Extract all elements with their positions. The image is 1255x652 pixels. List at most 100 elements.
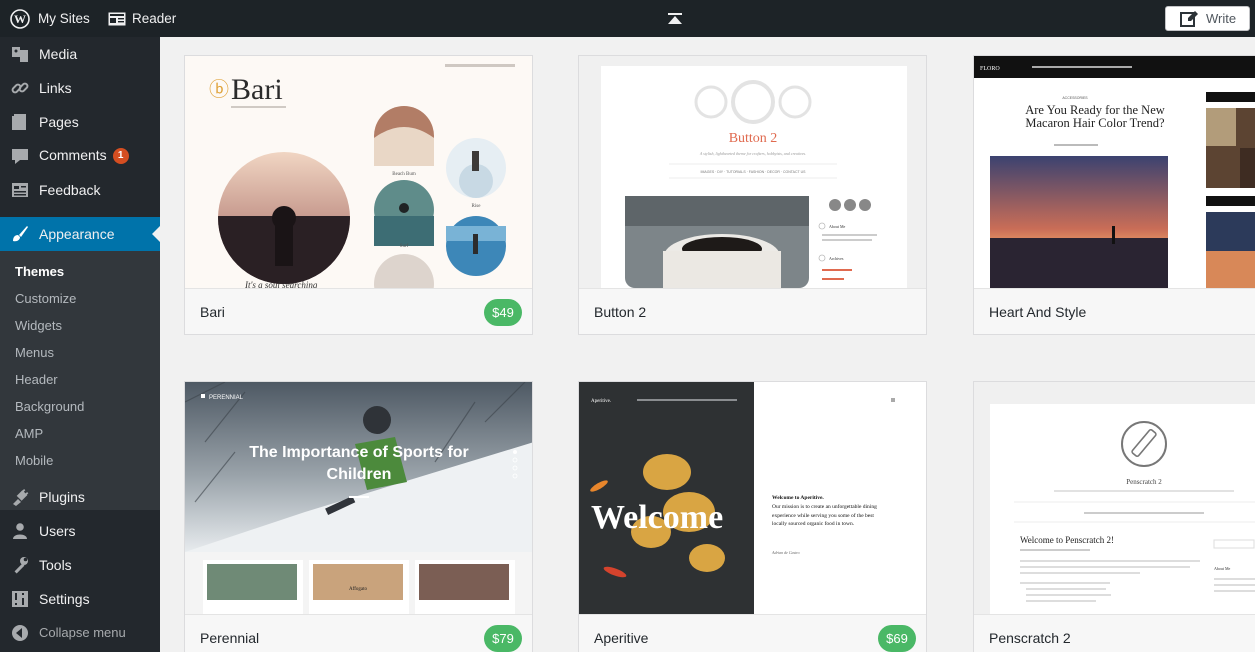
submenu-item-background[interactable]: Background [15, 399, 84, 414]
theme-screenshot[interactable]: FLORO ACCESSORIES Are You Ready for the … [974, 56, 1255, 288]
admin-bar: W My Sites Reader Write [0, 0, 1255, 37]
scroll-to-top-icon[interactable] [668, 0, 682, 37]
sidebar-item-label: Users [39, 522, 76, 539]
my-sites-link[interactable]: My Sites [38, 0, 90, 37]
submenu-item-amp[interactable]: AMP [15, 426, 43, 441]
link-icon [11, 79, 29, 97]
svg-text:Welcome to Aperitive.: Welcome to Aperitive. [772, 495, 824, 501]
wrench-icon [11, 556, 29, 574]
sidebar-item-label: Links [39, 79, 72, 96]
svg-text:ⓑ: ⓑ [209, 78, 229, 101]
svg-text:It's a soul searching: It's a soul searching [244, 280, 318, 288]
sidebar-item-comments[interactable]: Comments 1 [0, 139, 160, 172]
svg-text:Beach Bum: Beach Bum [392, 172, 416, 177]
theme-card-footer: Button 2 [579, 288, 926, 334]
sidebar-item-label: Collapse menu [39, 625, 126, 640]
sidebar-item-label: Plugins [39, 488, 85, 505]
theme-card-footer: Penscratch 2 [974, 614, 1255, 652]
svg-text:Welcome to Penscratch 2!: Welcome to Penscratch 2! [1020, 535, 1114, 545]
media-icon [11, 45, 29, 63]
collapse-menu-button[interactable]: Collapse menu [0, 616, 160, 649]
comment-icon [11, 147, 29, 165]
theme-card-aperitive[interactable]: Aperitive. Welcome Welcome to Aperitive.… [578, 381, 927, 652]
price-badge: $79 [484, 625, 522, 652]
write-button[interactable]: Write [1165, 6, 1250, 31]
svg-text:PERENNIAL: PERENNIAL [209, 395, 244, 401]
feedback-icon [11, 181, 29, 199]
theme-card-heart-and-style[interactable]: FLORO ACCESSORIES Are You Ready for the … [973, 55, 1255, 335]
theme-screenshot[interactable]: ⓑ Bari Beach Bum Rise Surf It's a soul s… [185, 56, 532, 288]
sidebar-item-plugins[interactable]: Plugins [0, 480, 160, 513]
submenu-item-widgets[interactable]: Widgets [15, 318, 62, 333]
submenu-item-menus[interactable]: Menus [15, 345, 54, 360]
admin-sidebar: Media Links Pages Comments 1 Feedback App… [0, 37, 160, 652]
write-label: Write [1206, 11, 1237, 26]
theme-card-bari[interactable]: ⓑ Bari Beach Bum Rise Surf It's a soul s… [184, 55, 533, 335]
wordpress-logo-icon[interactable]: W [10, 0, 30, 37]
comment-count-badge: 1 [112, 148, 129, 165]
submenu-item-header[interactable]: Header [15, 372, 58, 387]
theme-name: Penscratch 2 [989, 630, 1071, 646]
svg-text:Aperitive.: Aperitive. [591, 399, 611, 404]
svg-text:About Me: About Me [1214, 566, 1231, 571]
theme-name: Bari [200, 304, 225, 320]
sidebar-item-label: Pages [39, 113, 79, 130]
write-icon [1180, 10, 1198, 27]
svg-text:FLORO: FLORO [980, 66, 1000, 72]
appearance-submenu: Themes Customize Widgets Menus Header Ba… [0, 251, 160, 510]
sidebar-item-links[interactable]: Links [0, 71, 160, 104]
svg-text:About Me: About Me [829, 224, 846, 229]
sidebar-item-media[interactable]: Media [0, 37, 160, 70]
sidebar-item-settings[interactable]: Settings [0, 582, 160, 615]
svg-text:Penscratch 2: Penscratch 2 [1126, 478, 1162, 486]
theme-card-footer: Aperitive $69 [579, 614, 926, 652]
sidebar-item-label: Appearance [39, 226, 115, 242]
collapse-icon [11, 624, 29, 642]
theme-card-footer: Perennial $79 [185, 614, 532, 652]
reader-icon [108, 12, 126, 25]
sidebar-item-tools[interactable]: Tools [0, 548, 160, 581]
sidebar-item-label: Tools [39, 556, 72, 573]
svg-text:W: W [14, 12, 26, 26]
svg-text:Archives: Archives [829, 256, 844, 261]
svg-text:ACCESSORIES: ACCESSORIES [1062, 96, 1088, 100]
sidebar-item-users[interactable]: Users [0, 514, 160, 547]
reader-link[interactable]: Reader [108, 0, 176, 37]
submenu-item-themes[interactable]: Themes [15, 264, 64, 279]
submenu-item-mobile[interactable]: Mobile [15, 453, 53, 468]
theme-name: Perennial [200, 630, 260, 646]
price-badge: $49 [484, 299, 522, 326]
sidebar-item-label: Comments [39, 146, 107, 163]
theme-card-perennial[interactable]: PERENNIAL The Importance of Sports for C… [184, 381, 533, 652]
plugin-icon [11, 488, 29, 506]
theme-screenshot[interactable]: Penscratch 2 Welcome to Penscratch 2! Ab… [974, 382, 1255, 614]
sidebar-item-appearance[interactable]: Appearance [0, 217, 160, 251]
svg-text:Affogato: Affogato [349, 587, 367, 592]
svg-text:Adrian de Castro: Adrian de Castro [771, 550, 800, 555]
theme-card-footer: Bari $49 [185, 288, 532, 334]
svg-text:Surf: Surf [400, 244, 409, 249]
theme-card-penscratch-2[interactable]: Penscratch 2 Welcome to Penscratch 2! Ab… [973, 381, 1255, 652]
sidebar-item-label: Settings [39, 590, 90, 607]
sidebar-item-label: Media [39, 45, 78, 62]
theme-name: Button 2 [594, 304, 647, 320]
theme-screenshot[interactable]: Aperitive. Welcome Welcome to Aperitive.… [579, 382, 926, 614]
submenu-item-customize[interactable]: Customize [15, 291, 76, 306]
sidebar-item-feedback[interactable]: Feedback [0, 173, 160, 206]
pages-icon [11, 113, 29, 131]
theme-card-footer: Heart And Style [974, 288, 1255, 334]
svg-text:Bari: Bari [231, 73, 283, 106]
users-icon [11, 522, 29, 540]
reader-label: Reader [132, 11, 177, 26]
svg-text:Rise: Rise [472, 204, 482, 209]
theme-card-button-2[interactable]: Button 2 A stylish, lighthearted theme f… [578, 55, 927, 335]
svg-text:Button 2: Button 2 [729, 131, 778, 146]
svg-text:Welcome: Welcome [591, 499, 723, 536]
svg-text:IMAGES · DIY · TUTORIALS · FAS: IMAGES · DIY · TUTORIALS · FASHION · DEC… [701, 170, 807, 174]
theme-name: Aperitive [594, 630, 649, 646]
settings-icon [11, 590, 29, 608]
theme-screenshot[interactable]: PERENNIAL The Importance of Sports for C… [185, 382, 532, 614]
price-badge: $69 [878, 625, 916, 652]
theme-screenshot[interactable]: Button 2 A stylish, lighthearted theme f… [579, 56, 926, 288]
sidebar-item-pages[interactable]: Pages [0, 105, 160, 138]
